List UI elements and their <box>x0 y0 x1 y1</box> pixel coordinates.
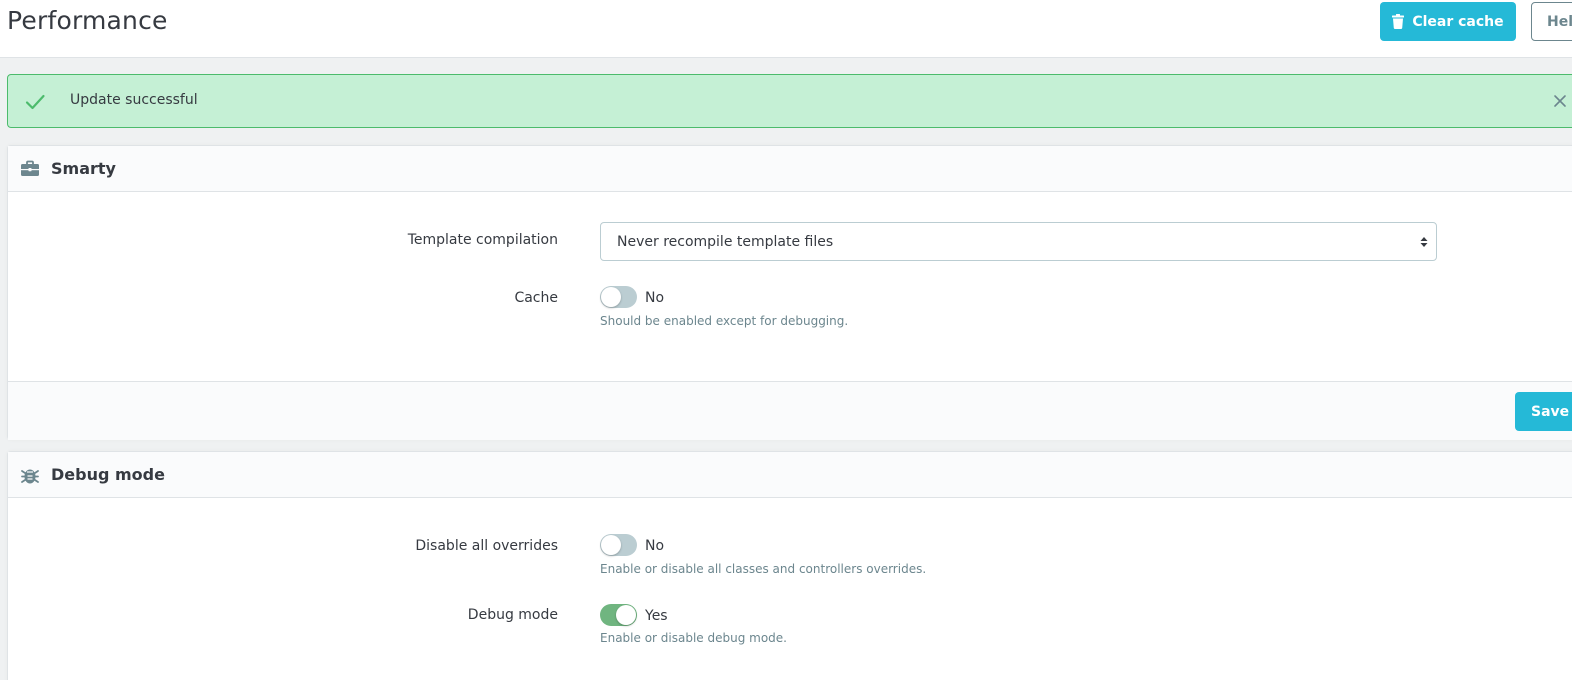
debug-panel-title: Debug mode <box>51 465 165 484</box>
success-alert: Update successful <box>7 74 1572 128</box>
cache-state: No <box>645 290 665 306</box>
page-header: Performance Clear cache Help <box>0 0 1572 58</box>
smarty-panel-title: Smarty <box>51 159 116 178</box>
clear-cache-label: Clear cache <box>1412 13 1504 30</box>
save-label: Save <box>1531 403 1570 420</box>
cache-label: Cache <box>514 290 558 306</box>
debug-panel: Debug mode Disable all overrides No Enab… <box>7 451 1572 680</box>
briefcase-icon <box>21 160 39 176</box>
template-compilation-select[interactable]: Never recompile template files <box>600 222 1437 261</box>
disable-overrides-label: Disable all overrides <box>415 538 558 554</box>
page-title: Performance <box>7 6 168 35</box>
debug-mode-help: Enable or disable debug mode. <box>600 631 787 645</box>
disable-overrides-help: Enable or disable all classes and contro… <box>600 562 927 576</box>
toggle-knob <box>601 535 621 555</box>
smarty-panel-heading: Smarty <box>8 146 1572 192</box>
help-button[interactable]: Help <box>1531 2 1572 41</box>
smarty-panel: Smarty Template compilation Never recomp… <box>7 145 1572 440</box>
disable-overrides-toggle[interactable] <box>600 534 637 556</box>
save-button[interactable]: Save <box>1515 392 1572 431</box>
clear-cache-button[interactable]: Clear cache <box>1380 2 1516 41</box>
toggle-knob <box>601 287 621 307</box>
alert-message: Update successful <box>70 92 198 108</box>
debug-mode-label: Debug mode <box>467 607 558 623</box>
template-compilation-value: Never recompile template files <box>617 233 834 250</box>
toggle-knob <box>616 605 636 625</box>
cache-help: Should be enabled except for debugging. <box>600 314 849 328</box>
check-icon <box>25 94 45 110</box>
debug-mode-toggle[interactable] <box>600 604 637 626</box>
help-label: Help <box>1547 13 1572 30</box>
sort-caret-icon <box>1420 237 1428 247</box>
disable-overrides-state: No <box>645 538 665 554</box>
close-icon[interactable] <box>1551 92 1569 110</box>
cache-toggle[interactable] <box>600 286 637 308</box>
smarty-panel-footer: Save <box>8 381 1572 440</box>
bug-icon <box>21 469 39 484</box>
trash-icon <box>1392 14 1405 29</box>
debug-panel-heading: Debug mode <box>8 452 1572 498</box>
template-compilation-label: Template compilation <box>407 232 558 248</box>
debug-mode-state: Yes <box>645 608 668 624</box>
